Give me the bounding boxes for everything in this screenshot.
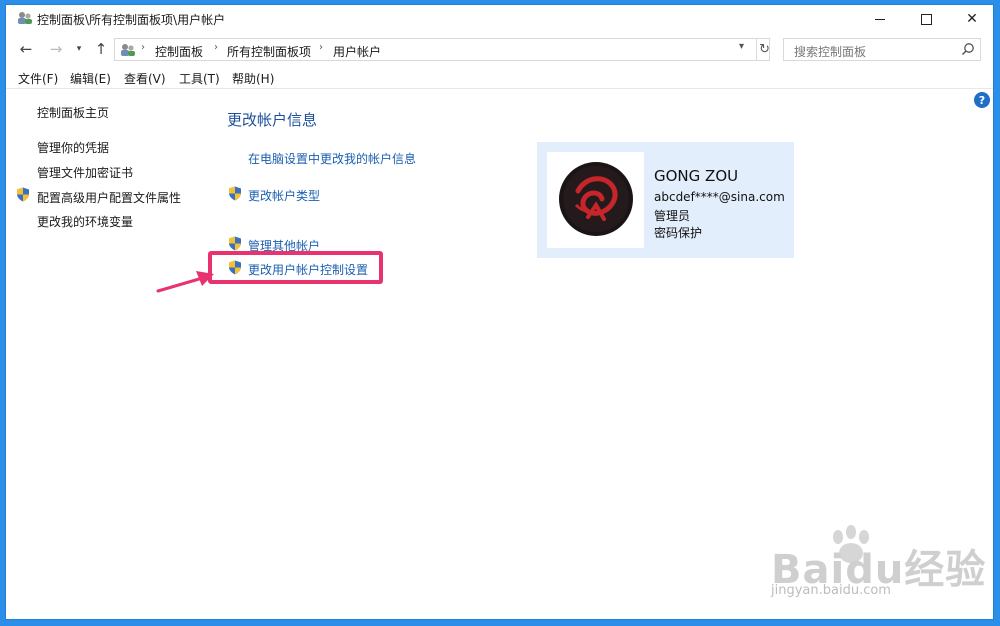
menu-view[interactable]: 查看(V) — [124, 70, 166, 87]
address-dropdown-icon[interactable]: ▾ — [739, 41, 744, 52]
uac-shield-icon — [17, 187, 29, 202]
breadcrumb-user-accounts[interactable]: 用户帐户 — [333, 43, 381, 60]
avatar-frame — [547, 152, 644, 248]
account-role: 管理员 — [654, 209, 691, 223]
account-email: abcdef****@sina.com — [654, 190, 785, 204]
up-arrow-icon[interactable]: ↑ — [91, 39, 111, 59]
users-icon — [18, 12, 32, 24]
address-bar[interactable]: › 控制面板 › 所有控制面板项 › 用户帐户 ▾ ↻ — [114, 38, 770, 61]
uac-shield-icon — [229, 260, 241, 275]
navigation-bar: ← → ▾ ↑ › 控制面板 › 所有控制面板项 › 用户帐户 ▾ ↻ 搜索控制… — [6, 35, 993, 63]
sidebar-item-environment-variables[interactable]: 更改我的环境变量 — [37, 213, 133, 230]
search-icon[interactable] — [961, 42, 975, 56]
uac-shield-icon — [229, 186, 241, 201]
account-name: GONG ZOU — [654, 167, 739, 185]
page-title: 更改帐户信息 — [227, 111, 318, 129]
breadcrumb-all-items[interactable]: 所有控制面板项 — [227, 43, 311, 60]
account-password-status: 密码保护 — [654, 226, 703, 240]
menu-tools[interactable]: 工具(T) — [179, 70, 220, 87]
account-card: GONG ZOU abcdef****@sina.com 管理员 密码保护 — [537, 142, 794, 258]
window-title: 控制面板\所有控制面板项\用户帐户 — [37, 13, 226, 27]
breadcrumb-chevron-icon: › — [141, 42, 145, 53]
menu-file[interactable]: 文件(F) — [18, 70, 58, 87]
breadcrumb-control-panel[interactable]: 控制面板 — [155, 43, 203, 60]
refresh-icon[interactable]: ↻ — [756, 39, 770, 60]
pointer-arrow-icon — [156, 271, 214, 293]
breadcrumb-chevron-icon: › — [214, 42, 218, 53]
menu-bar: 文件(F) 编辑(E) 查看(V) 工具(T) 帮助(H) — [6, 67, 993, 89]
sidebar-item-encryption-certificates[interactable]: 管理文件加密证书 — [37, 164, 133, 181]
title-bar: 控制面板\所有控制面板项\用户帐户 ✕ — [6, 5, 993, 33]
sidebar-item-advanced-profile[interactable]: 配置高级用户配置文件属性 — [37, 189, 181, 206]
users-icon — [121, 44, 135, 56]
search-box[interactable]: 搜索控制面板 — [783, 38, 981, 61]
link-change-uac-settings[interactable]: 更改用户帐户控制设置 — [248, 261, 368, 278]
close-button[interactable]: ✕ — [949, 5, 995, 33]
menu-edit[interactable]: 编辑(E) — [70, 70, 111, 87]
control-panel-window: 控制面板\所有控制面板项\用户帐户 ✕ ← → ▾ ↑ › 控制面板 › 所有控… — [5, 4, 994, 620]
breadcrumb-chevron-icon: › — [319, 42, 323, 53]
minimize-button[interactable] — [857, 5, 903, 33]
help-icon[interactable]: ? — [974, 92, 990, 108]
recent-locations-chevron-icon[interactable]: ▾ — [69, 39, 89, 59]
back-arrow-icon[interactable]: ← — [16, 39, 36, 59]
sidebar-item-control-panel-home[interactable]: 控制面板主页 — [37, 104, 109, 121]
uac-shield-icon — [229, 236, 241, 251]
avatar — [559, 162, 633, 236]
link-change-account-type[interactable]: 更改帐户类型 — [248, 187, 320, 204]
watermark-url: jingyan.baidu.com — [771, 583, 891, 598]
search-input[interactable]: 搜索控制面板 — [794, 43, 866, 60]
forward-arrow-icon[interactable]: → — [46, 39, 66, 59]
link-pc-settings-account[interactable]: 在电脑设置中更改我的帐户信息 — [248, 150, 416, 167]
maximize-button[interactable] — [903, 5, 949, 33]
sidebar-item-manage-credentials[interactable]: 管理你的凭据 — [37, 139, 109, 156]
menu-help[interactable]: 帮助(H) — [232, 70, 274, 87]
